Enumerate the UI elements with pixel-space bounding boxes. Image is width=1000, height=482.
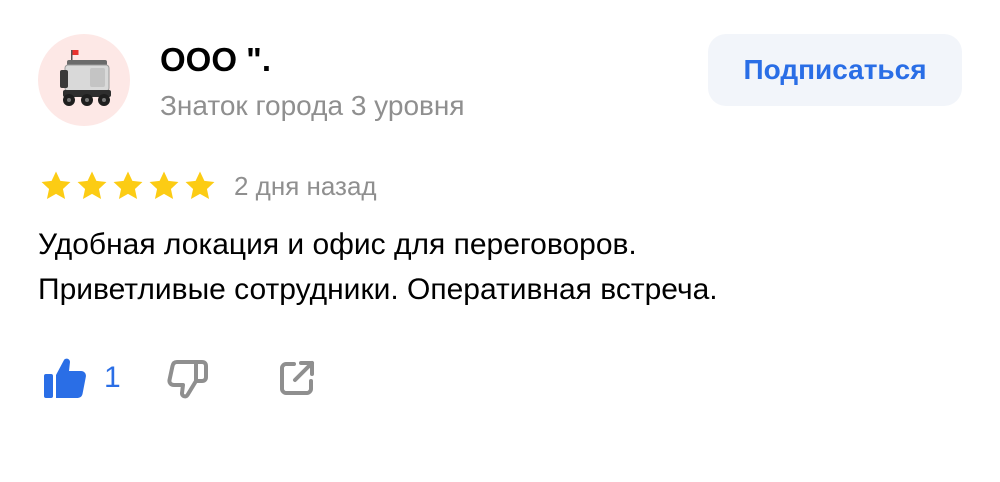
- author-name[interactable]: ООО ".: [160, 38, 271, 82]
- review-text: Удобная локация и офис для переговоров. …: [38, 222, 958, 312]
- subscribe-button[interactable]: Подписаться: [708, 34, 962, 106]
- star-icon: [149, 171, 179, 200]
- like-button[interactable]: 1: [42, 356, 121, 400]
- star-icon: [41, 171, 71, 200]
- review-text-line: Приветливые сотрудники. Оперативная встр…: [38, 273, 718, 306]
- like-count: 1: [104, 361, 121, 394]
- star-icon: [113, 171, 143, 200]
- review-text-line: Удобная локация и офис для переговоров.: [38, 228, 637, 261]
- star-icon: [185, 171, 215, 200]
- star-rating: [38, 169, 218, 203]
- author-avatar[interactable]: [38, 34, 130, 126]
- review-date: 2 дня назад: [234, 171, 377, 201]
- review-card: ООО ". Знаток города 3 уровня Подписатьс…: [0, 0, 1000, 482]
- delivery-robot-icon: [60, 50, 111, 106]
- rating-row: 2 дня назад: [38, 168, 377, 204]
- star-icon: [77, 171, 107, 200]
- review-actions: 1: [42, 354, 317, 402]
- thumbs-up-icon: [44, 358, 86, 398]
- author-level: Знаток города 3 уровня: [160, 90, 465, 121]
- thumbs-down-icon[interactable]: [165, 356, 211, 400]
- share-icon[interactable]: [277, 358, 317, 398]
